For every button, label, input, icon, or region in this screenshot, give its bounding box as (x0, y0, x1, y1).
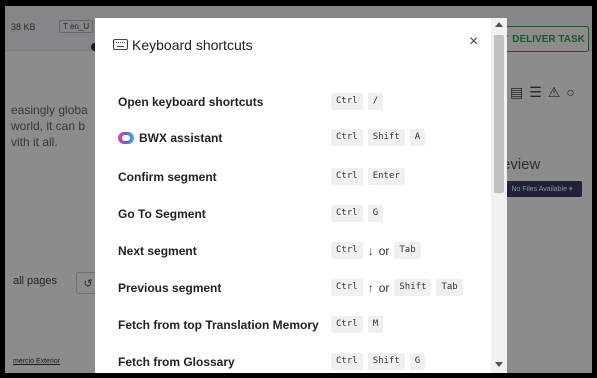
or-separator: or (378, 280, 390, 295)
shortcut-keys: Ctrl / (331, 93, 384, 110)
shortcut-keys: Ctrl Shift G (331, 353, 426, 370)
key-cap: Shift (394, 279, 432, 296)
shortcut-keys: Ctrl ↓ or Tab (331, 242, 421, 259)
key-cap: Ctrl (331, 205, 363, 222)
shortcut-keys: Ctrl M (331, 316, 384, 333)
key-cap: Ctrl (331, 279, 363, 296)
scroll-thumb[interactable] (494, 35, 504, 193)
shortcut-label: Previous segment (118, 281, 222, 295)
shortcut-label: Fetch from Glossary (118, 355, 235, 369)
shortcut-label: BWX assistant (139, 131, 223, 145)
shortcut-keys: Ctrl G (331, 205, 384, 222)
scroll-down-icon[interactable] (495, 362, 503, 367)
shortcut-row: Fetch from Glossary Ctrl Shift G (95, 348, 491, 373)
keyboard-shortcuts-modal: Keyboard shortcuts × Open keyboard short… (95, 18, 507, 373)
shortcut-row: Confirm segment Ctrl Enter (95, 163, 491, 191)
key-cap: Ctrl (331, 129, 363, 146)
key-cap: Ctrl (331, 353, 363, 370)
key-cap: Enter (367, 168, 405, 185)
keyboard-icon (113, 39, 128, 50)
key-cap: Ctrl (331, 242, 363, 259)
key-cap: A (409, 129, 426, 146)
arrow-up-icon: ↑ (367, 280, 374, 295)
key-cap: M (367, 316, 384, 333)
key-cap: Tab (394, 242, 421, 259)
modal-scrollbar[interactable] (491, 18, 507, 373)
shortcut-row: Go To Segment Ctrl G (95, 200, 491, 228)
key-cap: G (367, 205, 384, 222)
key-cap: Tab (436, 279, 463, 296)
key-cap: Ctrl (331, 93, 363, 110)
key-cap: G (409, 353, 426, 370)
scroll-up-icon[interactable] (495, 22, 503, 27)
shortcut-row: Fetch from top Translation Memory Ctrl M (95, 311, 491, 339)
shortcut-keys: Ctrl ↑ or Shift Tab (331, 279, 463, 296)
bwx-assistant-icon (118, 132, 134, 144)
modal-header: Keyboard shortcuts × (95, 18, 491, 70)
key-cap: Shift (367, 353, 405, 370)
key-cap: Ctrl (331, 316, 363, 333)
shortcut-row: BWX assistant Ctrl Shift A (95, 124, 491, 152)
arrow-down-icon: ↓ (367, 243, 374, 258)
shortcut-label: Go To Segment (118, 207, 206, 221)
modal-title: Keyboard shortcuts (132, 37, 253, 53)
shortcut-row: Next segment Ctrl ↓ or Tab (95, 237, 491, 265)
shortcut-label-wrap: BWX assistant (118, 131, 222, 145)
app-frame: 38 KB T en_U ✓ DELIVER TASK easingly glo… (5, 6, 592, 373)
shortcut-keys: Ctrl Shift A (331, 129, 426, 146)
shortcut-label: Next segment (118, 244, 197, 258)
shortcut-keys: Ctrl Enter (331, 168, 405, 185)
shortcut-label: Fetch from top Translation Memory (118, 318, 319, 332)
shortcut-label: Open keyboard shortcuts (118, 95, 264, 109)
or-separator: or (378, 243, 390, 258)
shortcut-label: Confirm segment (118, 170, 217, 184)
key-cap: Ctrl (331, 168, 363, 185)
key-cap: Shift (367, 129, 405, 146)
shortcut-row: Previous segment Ctrl ↑ or Shift Tab (95, 274, 491, 302)
shortcut-row: Open keyboard shortcuts Ctrl / (95, 88, 491, 116)
key-cap: / (367, 93, 384, 110)
close-icon[interactable]: × (469, 33, 478, 51)
